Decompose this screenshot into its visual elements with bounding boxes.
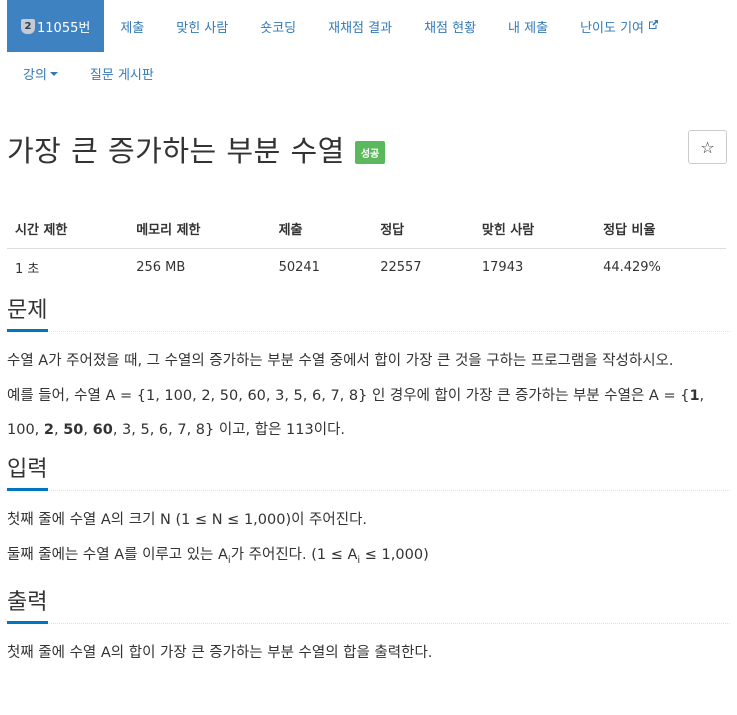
status-badge: 성공 [354,141,386,164]
header-memory-limit: 메모리 제한 [128,190,271,249]
problem-nav: 2 11055번 제출 맞힌 사람 숏코딩 재채점 결과 채점 현황 내 제출 … [7,0,730,94]
value-accept-ratio: 44.429% [603,259,661,275]
p2-bold-1: 1 [689,388,700,404]
caret-down-icon [49,72,58,76]
tab-question-board[interactable]: 질문 게시판 [74,52,170,94]
input-description-p1: 첫째 줄에 수열 A의 크기 N (1 ≤ N ≤ 1,000)이 주어진다. [7,512,368,528]
star-icon: ☆ [700,137,715,157]
tab-judge-status[interactable]: 채점 현황 [408,0,492,52]
value-accepted: 22557 [380,259,422,275]
p2-bold-4: 60 [92,422,113,438]
problem-page: 2 11055번 제출 맞힌 사람 숏코딩 재채점 결과 채점 현황 내 제출 … [0,0,737,715]
value-memory-limit: 256 MB [136,259,186,275]
tier-badge-icon: 2 [21,18,35,34]
header-accepted: 정답 [372,190,474,249]
section-input-header: 입력 [7,445,730,491]
p2-text-c4: , 3, 5, 6, 7, 8} 이고, 합은 113이다. [112,422,346,438]
section-underline [7,620,48,624]
input-p2-text-a: 둘째 줄에는 수열 A를 이루고 있는 A [7,547,228,563]
tab-lectures-dropdown[interactable]: 강의 [7,52,74,94]
value-solved-users: 17943 [481,259,524,275]
header-submissions: 제출 [270,190,373,249]
p2-text-c3: , [83,422,93,438]
section-underline [7,329,48,332]
p2-text-c2: , [54,422,64,438]
external-link-icon [648,19,659,33]
header-time-limit: 시간 제한 [7,190,129,249]
tab-submit[interactable]: 제출 [104,0,160,52]
value-submissions: 50241 [278,259,320,275]
section-underline [7,488,48,491]
input-p2-text-b: 가 주어진다. (1 ≤ A [230,547,358,563]
tab-problem-number-label: 11055번 [37,20,91,36]
title-row: 가장 큰 증가하는 부분 수열 성공 ☆ [7,94,730,190]
tab-lectures-label: 강의 [23,67,47,83]
input-p2-text-c: ≤ 1,000) [360,547,429,563]
section-input-title: 입력 [7,457,48,482]
problem-title-text: 가장 큰 증가하는 부분 수열 [7,134,345,168]
input-description-p2: 둘째 줄에는 수열 A를 이루고 있는 Ai가 주어진다. (1 ≤ Ai ≤ … [7,538,730,578]
nav-row-secondary: 강의 질문 게시판 [7,52,730,94]
output-description-p1: 첫째 줄에 수열 A의 합이 가장 큰 증가하는 부분 수열의 합을 출력한다. [7,644,433,661]
p2-bold-3: 50 [63,422,84,438]
section-output-title: 출력 [7,589,48,615]
header-accept-ratio: 정답 비율 [595,190,726,249]
nav-row-primary: 2 11055번 제출 맞힌 사람 숏코딩 재채점 결과 채점 현황 내 제출 … [7,0,675,52]
value-time-limit: 1 초 [15,261,40,277]
problem-title: 가장 큰 증가하는 부분 수열 성공 [7,128,386,170]
info-value-row: 1 초 256 MB 50241 22557 17943 44.429% [7,248,726,286]
problem-description-p2: 예를 들어, 수열 A = {1, 100, 2, 50, 60, 3, 5, … [7,379,730,447]
info-header-row: 시간 제한 메모리 제한 제출 정답 맞힌 사람 정답 비율 [7,190,726,249]
problem-info-table: 시간 제한 메모리 제한 제출 정답 맞힌 사람 정답 비율 1 초 256 M… [7,190,726,286]
header-solved-users: 맞힌 사람 [473,190,596,249]
tab-rejudge-results[interactable]: 재채점 결과 [312,0,408,52]
tab-difficulty-contribution[interactable]: 난이도 기여 [564,0,675,52]
section-output-header: 출력 [7,578,730,624]
tab-problem-number[interactable]: 2 11055번 [7,0,105,52]
favorite-star-button[interactable]: ☆ [688,130,727,164]
tab-short-coding[interactable]: 숏코딩 [244,0,312,52]
problem-description-p1: 수열 A가 주어졌을 때, 그 수열의 증가하는 부분 수열 중에서 합이 가장… [7,353,674,369]
section-problem-title: 문제 [7,298,48,323]
tab-my-submissions[interactable]: 내 제출 [492,0,564,52]
tab-solved-users[interactable]: 맞힌 사람 [160,0,244,52]
tab-difficulty-label: 난이도 기여 [580,20,644,36]
p2-bold-2: 2 [43,422,54,438]
p2-text-a: 예를 들어, 수열 A = {1, 100, 2, 50, 60, 3, 5, … [7,388,690,404]
section-problem-header: 문제 [7,286,730,332]
